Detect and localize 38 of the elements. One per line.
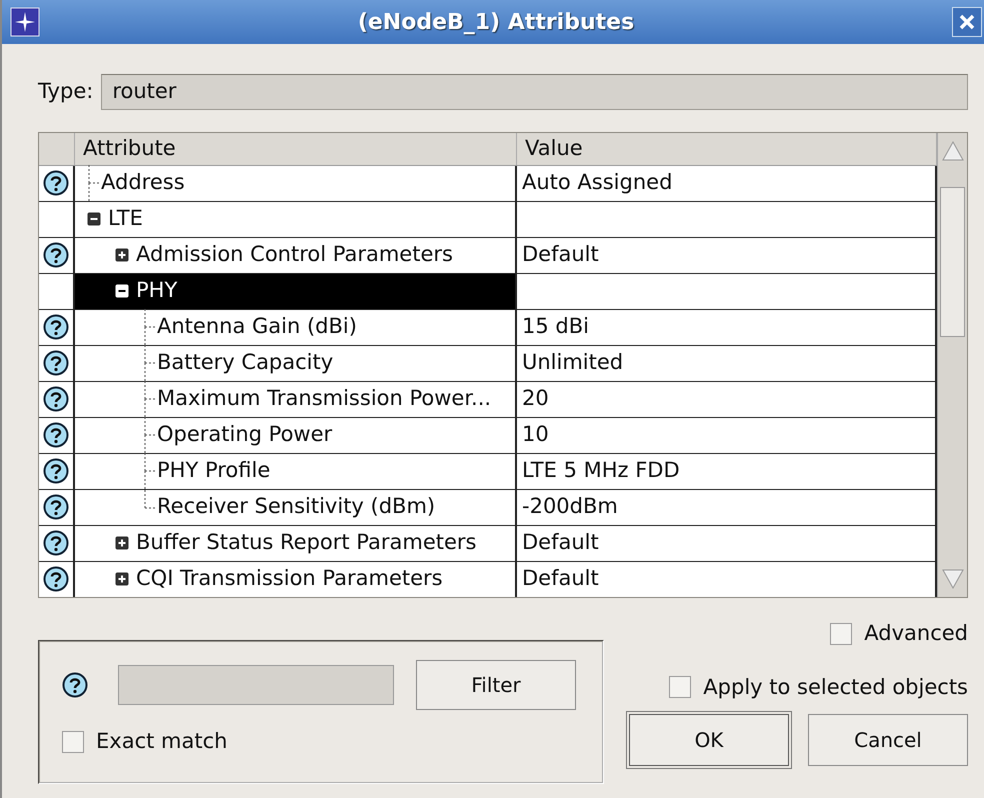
tree-item[interactable]: CQI Transmission Parameters	[75, 562, 517, 596]
tree-item[interactable]: PHY	[75, 274, 517, 308]
checkbox[interactable]: Advanced	[830, 618, 968, 650]
help-icon[interactable]	[43, 422, 69, 448]
expand-icon[interactable]	[115, 248, 129, 262]
tree-line	[143, 417, 157, 453]
collapse-icon[interactable]	[115, 284, 129, 298]
help-icon[interactable]	[43, 494, 69, 520]
type-label: Type:	[38, 78, 94, 106]
tree-line	[143, 345, 157, 381]
checkbox[interactable]: Exact match	[62, 726, 580, 758]
scroll-thumb[interactable]	[940, 187, 965, 337]
window-title: (eNodeB_1) Attributes	[358, 8, 634, 36]
expand-icon[interactable]	[115, 572, 129, 586]
cancel-button[interactable]: Cancel	[808, 714, 968, 766]
expand-icon[interactable]	[115, 536, 129, 550]
tree-line	[87, 165, 101, 201]
filter-button[interactable]: Filter	[416, 660, 576, 710]
checkbox[interactable]: Apply to selected objects	[669, 672, 968, 703]
scrollbar[interactable]	[937, 133, 967, 597]
app-icon	[10, 7, 40, 37]
close-button[interactable]	[952, 7, 982, 37]
help-icon[interactable]	[43, 170, 69, 196]
help-icon[interactable]	[43, 314, 69, 340]
help-icon[interactable]	[43, 458, 69, 484]
help-icon[interactable]	[43, 386, 69, 412]
type-field: router	[101, 74, 968, 110]
help-icon[interactable]	[43, 242, 69, 268]
column-header[interactable]: Attribute	[75, 133, 517, 164]
help-icon[interactable]	[43, 566, 69, 592]
help-icon[interactable]	[43, 530, 69, 556]
tree-line	[143, 381, 157, 417]
tree-line	[143, 309, 157, 345]
filter-field[interactable]	[118, 665, 394, 705]
help-icon[interactable]	[43, 350, 69, 376]
collapse-icon[interactable]	[87, 212, 101, 226]
help-icon[interactable]	[62, 672, 88, 698]
ok-button[interactable]: OK	[629, 714, 789, 766]
